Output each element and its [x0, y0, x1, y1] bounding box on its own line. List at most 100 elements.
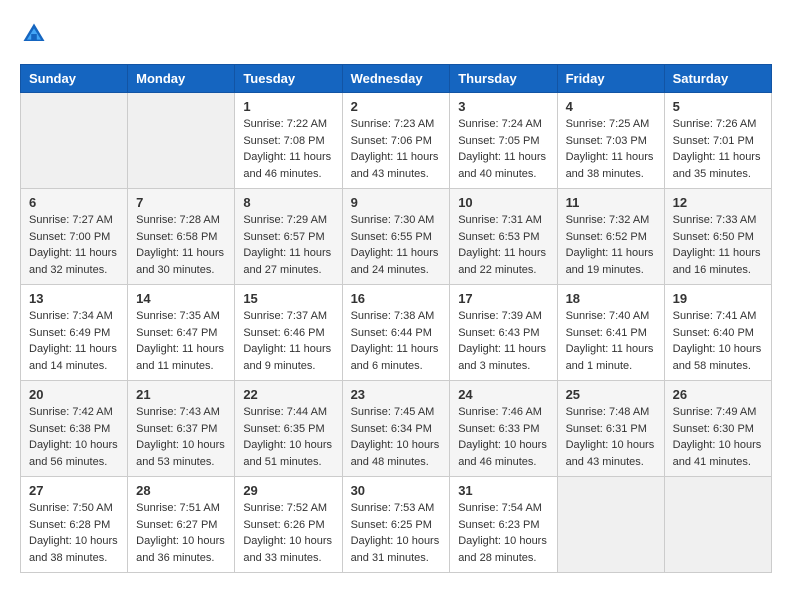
- calendar-cell: 23 Sunrise: 7:45 AM Sunset: 6:34 PM Dayl…: [342, 381, 450, 477]
- sunset-text: Sunset: 6:47 PM: [136, 327, 217, 339]
- sunset-text: Sunset: 6:53 PM: [458, 231, 539, 243]
- day-number: 3: [458, 99, 548, 114]
- daylight-text: Daylight: 11 hours and 1 minute.: [566, 343, 654, 372]
- logo: [20, 20, 52, 48]
- day-info: Sunrise: 7:28 AM Sunset: 6:58 PM Dayligh…: [136, 212, 226, 278]
- day-header-wednesday: Wednesday: [342, 65, 450, 93]
- calendar-cell: 30 Sunrise: 7:53 AM Sunset: 6:25 PM Dayl…: [342, 477, 450, 573]
- day-info: Sunrise: 7:52 AM Sunset: 6:26 PM Dayligh…: [243, 500, 333, 566]
- day-number: 20: [29, 387, 119, 402]
- day-info: Sunrise: 7:24 AM Sunset: 7:05 PM Dayligh…: [458, 116, 548, 182]
- calendar-cell: 6 Sunrise: 7:27 AM Sunset: 7:00 PM Dayli…: [21, 189, 128, 285]
- sunset-text: Sunset: 6:28 PM: [29, 519, 110, 531]
- calendar-cell: [557, 477, 664, 573]
- sunrise-text: Sunrise: 7:44 AM: [243, 406, 327, 418]
- daylight-text: Daylight: 11 hours and 27 minutes.: [243, 247, 331, 276]
- sunrise-text: Sunrise: 7:41 AM: [673, 310, 757, 322]
- sunrise-text: Sunrise: 7:48 AM: [566, 406, 650, 418]
- sunrise-text: Sunrise: 7:50 AM: [29, 502, 113, 514]
- sunrise-text: Sunrise: 7:31 AM: [458, 214, 542, 226]
- day-number: 13: [29, 291, 119, 306]
- sunrise-text: Sunrise: 7:35 AM: [136, 310, 220, 322]
- sunset-text: Sunset: 6:55 PM: [351, 231, 432, 243]
- calendar-cell: 3 Sunrise: 7:24 AM Sunset: 7:05 PM Dayli…: [450, 93, 557, 189]
- sunset-text: Sunset: 6:41 PM: [566, 327, 647, 339]
- calendar-cell: 31 Sunrise: 7:54 AM Sunset: 6:23 PM Dayl…: [450, 477, 557, 573]
- logo-icon: [20, 20, 48, 48]
- calendar-cell: 2 Sunrise: 7:23 AM Sunset: 7:06 PM Dayli…: [342, 93, 450, 189]
- day-info: Sunrise: 7:22 AM Sunset: 7:08 PM Dayligh…: [243, 116, 333, 182]
- day-info: Sunrise: 7:44 AM Sunset: 6:35 PM Dayligh…: [243, 404, 333, 470]
- sunrise-text: Sunrise: 7:34 AM: [29, 310, 113, 322]
- day-number: 29: [243, 483, 333, 498]
- day-info: Sunrise: 7:43 AM Sunset: 6:37 PM Dayligh…: [136, 404, 226, 470]
- daylight-text: Daylight: 11 hours and 40 minutes.: [458, 151, 546, 180]
- day-number: 24: [458, 387, 548, 402]
- sunrise-text: Sunrise: 7:52 AM: [243, 502, 327, 514]
- day-info: Sunrise: 7:30 AM Sunset: 6:55 PM Dayligh…: [351, 212, 442, 278]
- calendar-week-row: 27 Sunrise: 7:50 AM Sunset: 6:28 PM Dayl…: [21, 477, 772, 573]
- sunrise-text: Sunrise: 7:42 AM: [29, 406, 113, 418]
- day-number: 28: [136, 483, 226, 498]
- day-info: Sunrise: 7:46 AM Sunset: 6:33 PM Dayligh…: [458, 404, 548, 470]
- day-info: Sunrise: 7:29 AM Sunset: 6:57 PM Dayligh…: [243, 212, 333, 278]
- calendar-table: SundayMondayTuesdayWednesdayThursdayFrid…: [20, 64, 772, 573]
- calendar-cell: 4 Sunrise: 7:25 AM Sunset: 7:03 PM Dayli…: [557, 93, 664, 189]
- sunset-text: Sunset: 7:00 PM: [29, 231, 110, 243]
- daylight-text: Daylight: 11 hours and 46 minutes.: [243, 151, 331, 180]
- day-number: 22: [243, 387, 333, 402]
- day-info: Sunrise: 7:50 AM Sunset: 6:28 PM Dayligh…: [29, 500, 119, 566]
- day-header-monday: Monday: [128, 65, 235, 93]
- sunrise-text: Sunrise: 7:32 AM: [566, 214, 650, 226]
- sunrise-text: Sunrise: 7:39 AM: [458, 310, 542, 322]
- calendar-cell: 27 Sunrise: 7:50 AM Sunset: 6:28 PM Dayl…: [21, 477, 128, 573]
- daylight-text: Daylight: 11 hours and 14 minutes.: [29, 343, 117, 372]
- calendar-cell: [21, 93, 128, 189]
- daylight-text: Daylight: 11 hours and 43 minutes.: [351, 151, 439, 180]
- day-info: Sunrise: 7:37 AM Sunset: 6:46 PM Dayligh…: [243, 308, 333, 374]
- day-info: Sunrise: 7:41 AM Sunset: 6:40 PM Dayligh…: [673, 308, 763, 374]
- calendar-week-row: 13 Sunrise: 7:34 AM Sunset: 6:49 PM Dayl…: [21, 285, 772, 381]
- sunrise-text: Sunrise: 7:53 AM: [351, 502, 435, 514]
- day-info: Sunrise: 7:27 AM Sunset: 7:00 PM Dayligh…: [29, 212, 119, 278]
- day-info: Sunrise: 7:42 AM Sunset: 6:38 PM Dayligh…: [29, 404, 119, 470]
- daylight-text: Daylight: 10 hours and 46 minutes.: [458, 439, 547, 468]
- day-info: Sunrise: 7:40 AM Sunset: 6:41 PM Dayligh…: [566, 308, 656, 374]
- day-info: Sunrise: 7:34 AM Sunset: 6:49 PM Dayligh…: [29, 308, 119, 374]
- day-number: 31: [458, 483, 548, 498]
- day-info: Sunrise: 7:49 AM Sunset: 6:30 PM Dayligh…: [673, 404, 763, 470]
- daylight-text: Daylight: 10 hours and 31 minutes.: [351, 535, 440, 564]
- sunrise-text: Sunrise: 7:26 AM: [673, 118, 757, 130]
- day-number: 18: [566, 291, 656, 306]
- sunset-text: Sunset: 6:31 PM: [566, 423, 647, 435]
- day-info: Sunrise: 7:31 AM Sunset: 6:53 PM Dayligh…: [458, 212, 548, 278]
- sunset-text: Sunset: 6:57 PM: [243, 231, 324, 243]
- sunset-text: Sunset: 6:35 PM: [243, 423, 324, 435]
- daylight-text: Daylight: 10 hours and 51 minutes.: [243, 439, 332, 468]
- daylight-text: Daylight: 10 hours and 48 minutes.: [351, 439, 440, 468]
- day-number: 5: [673, 99, 763, 114]
- day-info: Sunrise: 7:48 AM Sunset: 6:31 PM Dayligh…: [566, 404, 656, 470]
- calendar-cell: 22 Sunrise: 7:44 AM Sunset: 6:35 PM Dayl…: [235, 381, 342, 477]
- day-header-tuesday: Tuesday: [235, 65, 342, 93]
- day-number: 4: [566, 99, 656, 114]
- daylight-text: Daylight: 11 hours and 32 minutes.: [29, 247, 117, 276]
- sunrise-text: Sunrise: 7:24 AM: [458, 118, 542, 130]
- page-header: [20, 20, 772, 48]
- sunset-text: Sunset: 6:27 PM: [136, 519, 217, 531]
- day-number: 19: [673, 291, 763, 306]
- calendar-cell: 8 Sunrise: 7:29 AM Sunset: 6:57 PM Dayli…: [235, 189, 342, 285]
- day-info: Sunrise: 7:39 AM Sunset: 6:43 PM Dayligh…: [458, 308, 548, 374]
- sunrise-text: Sunrise: 7:33 AM: [673, 214, 757, 226]
- sunrise-text: Sunrise: 7:25 AM: [566, 118, 650, 130]
- daylight-text: Daylight: 11 hours and 3 minutes.: [458, 343, 546, 372]
- daylight-text: Daylight: 11 hours and 30 minutes.: [136, 247, 224, 276]
- sunset-text: Sunset: 6:44 PM: [351, 327, 432, 339]
- sunrise-text: Sunrise: 7:51 AM: [136, 502, 220, 514]
- day-number: 26: [673, 387, 763, 402]
- daylight-text: Daylight: 11 hours and 11 minutes.: [136, 343, 224, 372]
- calendar-cell: 25 Sunrise: 7:48 AM Sunset: 6:31 PM Dayl…: [557, 381, 664, 477]
- day-number: 12: [673, 195, 763, 210]
- day-number: 7: [136, 195, 226, 210]
- sunset-text: Sunset: 6:34 PM: [351, 423, 432, 435]
